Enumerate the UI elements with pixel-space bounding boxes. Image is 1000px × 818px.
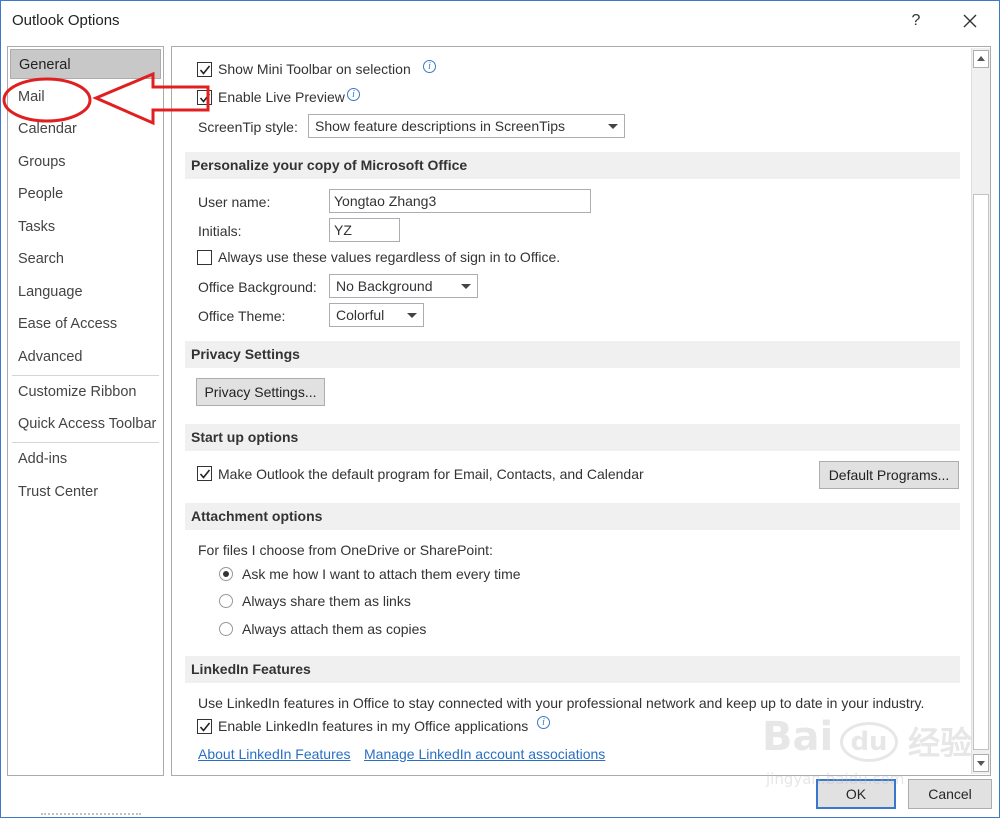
nav-item-customize-ribbon[interactable]: Customize Ribbon [8, 377, 163, 407]
nav-item-groups[interactable]: Groups [8, 147, 163, 177]
screentip-style-select[interactable]: Show feature descriptions in ScreenTips [308, 114, 625, 138]
mini-toolbar-checkbox[interactable] [197, 62, 212, 77]
linkedin-enable-checkbox[interactable] [197, 719, 212, 734]
about-linkedin-link[interactable]: About LinkedIn Features [198, 746, 351, 762]
attach-ask-label: Ask me how I want to attach them every t… [242, 566, 521, 582]
nav-item-search[interactable]: Search [8, 244, 163, 274]
office-background-select[interactable]: No Background [329, 274, 478, 298]
section-heading-privacy: Privacy Settings [185, 341, 960, 368]
cropped-text-fragment [41, 813, 141, 817]
manage-linkedin-link[interactable]: Manage LinkedIn account associations [364, 746, 605, 762]
privacy-settings-button[interactable]: Privacy Settings... [196, 378, 325, 406]
category-nav: General Mail Calendar Groups People Task… [7, 46, 164, 776]
section-heading-linkedin: LinkedIn Features [185, 656, 960, 683]
dialog-title: Outlook Options [12, 12, 120, 29]
office-theme-label: Office Theme: [198, 308, 286, 324]
live-preview-checkbox[interactable] [197, 90, 212, 105]
live-preview-label: Enable Live Preview [218, 89, 345, 105]
scroll-down-arrow-icon[interactable] [973, 754, 989, 772]
office-theme-value: Colorful [336, 307, 385, 323]
default-program-label: Make Outlook the default program for Ema… [218, 466, 644, 482]
nav-item-ease-of-access[interactable]: Ease of Access [8, 309, 163, 339]
nav-item-add-ins[interactable]: Add-ins [8, 444, 163, 474]
chevron-down-icon [608, 124, 618, 129]
info-icon: i [347, 88, 360, 101]
section-heading-attachment: Attachment options [185, 503, 960, 530]
linkedin-description: Use LinkedIn features in Office to stay … [198, 695, 925, 711]
ok-button[interactable]: OK [816, 779, 896, 809]
nav-item-tasks[interactable]: Tasks [8, 212, 163, 242]
attach-share-links-label: Always share them as links [242, 593, 411, 609]
nav-item-people[interactable]: People [8, 179, 163, 209]
chevron-down-icon [407, 313, 417, 318]
nav-item-advanced[interactable]: Advanced [8, 342, 163, 372]
default-program-checkbox[interactable] [197, 466, 212, 481]
nav-item-calendar[interactable]: Calendar [8, 114, 163, 144]
nav-item-general[interactable]: General [10, 49, 161, 79]
nav-item-quick-access-toolbar[interactable]: Quick Access Toolbar [8, 409, 163, 439]
office-background-label: Office Background: [198, 279, 317, 295]
always-use-values-checkbox[interactable] [197, 250, 212, 265]
section-heading-personalize: Personalize your copy of Microsoft Offic… [185, 152, 960, 179]
info-icon: i [537, 716, 550, 729]
office-background-value: No Background [336, 278, 433, 294]
attach-ask-radio[interactable] [219, 567, 233, 581]
content-scrollbar[interactable] [971, 48, 990, 774]
outlook-options-dialog: Outlook Options ? General Mail Calendar … [0, 0, 1000, 818]
general-options-panel: Show Mini Toolbar on selection i Enable … [171, 46, 991, 776]
screentip-style-value: Show feature descriptions in ScreenTips [315, 118, 566, 134]
attachment-intro: For files I choose from OneDrive or Shar… [198, 542, 493, 558]
nav-divider [12, 375, 159, 376]
help-button[interactable]: ? [903, 7, 929, 35]
nav-divider [12, 442, 159, 443]
nav-item-language[interactable]: Language [8, 277, 163, 307]
cancel-button[interactable]: Cancel [908, 779, 992, 809]
initials-label: Initials: [198, 223, 242, 239]
attach-copies-radio[interactable] [219, 622, 233, 636]
default-programs-button[interactable]: Default Programs... [819, 461, 959, 489]
mini-toolbar-label: Show Mini Toolbar on selection [218, 61, 411, 77]
scroll-thumb[interactable] [973, 194, 989, 750]
attach-share-links-radio[interactable] [219, 594, 233, 608]
always-use-values-label: Always use these values regardless of si… [218, 249, 561, 265]
linkedin-enable-label: Enable LinkedIn features in my Office ap… [218, 718, 529, 734]
office-theme-select[interactable]: Colorful [329, 303, 424, 327]
username-label: User name: [198, 194, 271, 210]
section-heading-startup: Start up options [185, 424, 960, 451]
nav-item-mail[interactable]: Mail [8, 82, 163, 112]
nav-item-trust-center[interactable]: Trust Center [8, 477, 163, 507]
initials-input[interactable]: YZ [329, 218, 400, 242]
scroll-up-arrow-icon[interactable] [973, 50, 989, 68]
close-icon [963, 14, 977, 28]
attach-copies-label: Always attach them as copies [242, 621, 427, 637]
info-icon: i [423, 60, 436, 73]
username-input[interactable]: Yongtao Zhang3 [329, 189, 591, 213]
title-bar: Outlook Options ? [1, 1, 999, 41]
screentip-style-label: ScreenTip style: [198, 119, 298, 135]
close-button[interactable] [953, 7, 987, 35]
chevron-down-icon [461, 284, 471, 289]
